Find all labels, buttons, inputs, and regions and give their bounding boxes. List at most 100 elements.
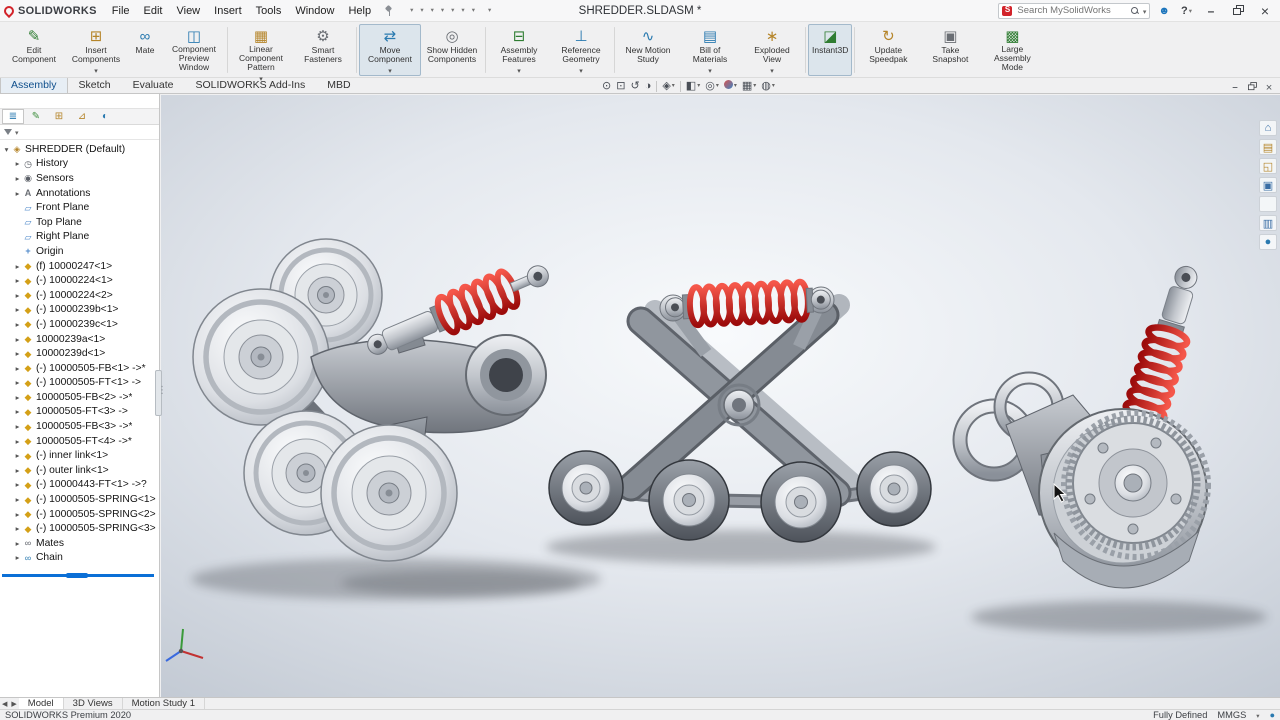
expand-arrow-icon[interactable] [13,510,22,519]
task-pane-button[interactable] [1259,234,1277,250]
expand-arrow-icon[interactable] [13,305,22,314]
expand-arrow-icon[interactable] [13,291,22,300]
expand-arrow-icon[interactable] [13,378,22,387]
tree-item[interactable]: History [0,157,159,172]
command-tab[interactable]: Sketch [68,77,122,93]
search-icon[interactable] [1130,6,1140,16]
task-pane-button[interactable] [1259,120,1277,136]
ribbon-button[interactable]: Instant3D [808,24,852,76]
quick-access-button[interactable] [416,4,426,18]
quick-access-button[interactable] [484,4,494,18]
ribbon-button[interactable]: Exploded View [741,24,803,76]
panel-splitter-grip[interactable] [155,370,162,416]
doc-close-button[interactable] [1263,81,1276,91]
expand-arrow-icon[interactable] [13,189,22,198]
command-tab[interactable]: Evaluate [122,77,185,93]
ribbon-button[interactable] [805,27,806,73]
menu-item[interactable]: File [105,2,137,20]
tree-item[interactable]: (-) 10000239c<1> [0,317,159,332]
task-pane-button[interactable] [1259,158,1277,174]
command-tab[interactable]: Assembly [0,77,68,93]
pin-menu-icon[interactable] [384,5,394,17]
close-button[interactable] [1254,2,1276,20]
ribbon-button[interactable]: Reference Geometry [550,24,612,76]
task-pane-button[interactable] [1259,215,1277,231]
tree-item[interactable]: (-) outer link<1> [0,463,159,478]
view-toolbar-button[interactable] [703,80,721,93]
tree-item[interactable]: Annotations [0,186,159,201]
ribbon-button[interactable] [227,27,228,73]
view-toolbar-button[interactable] [660,80,676,93]
ribbon-button[interactable]: Take Snapshot [919,24,981,76]
expand-arrow-icon[interactable] [13,335,22,344]
graphics-viewport[interactable] [161,95,1280,697]
doc-restore-button[interactable] [1246,81,1259,91]
menu-item[interactable]: View [169,2,207,20]
tree-item[interactable]: 10000505-FT<3> -> [0,405,159,420]
task-pane-button[interactable] [1259,177,1277,193]
view-toolbar-button[interactable] [740,80,758,93]
view-toolbar-button[interactable] [684,80,702,93]
expand-arrow-icon[interactable] [13,320,22,329]
tree-item[interactable]: Mates [0,536,159,551]
tree-item[interactable]: Sensors [0,171,159,186]
quick-access-button[interactable] [427,4,437,18]
tree-item[interactable]: Chain [0,551,159,566]
tree-item[interactable]: 10000239a<1> [0,332,159,347]
expand-arrow-icon[interactable] [13,495,22,504]
view-toolbar-button[interactable] [600,80,613,93]
expand-arrow-icon[interactable] [13,276,22,285]
expand-arrow-icon[interactable] [13,422,22,431]
mysolidworks-search-input[interactable] [1015,4,1126,17]
quick-access-button[interactable] [457,4,467,18]
ribbon-button[interactable]: Show Hidden Components [421,24,483,76]
expand-arrow-icon[interactable] [13,349,22,358]
expand-arrow-icon[interactable] [13,174,22,183]
tree-item[interactable]: Right Plane [0,230,159,245]
ribbon-button[interactable]: Assembly Features [488,24,550,76]
ribbon-button[interactable]: New Motion Study [617,24,679,76]
view-toolbar-button[interactable] [614,80,627,93]
expand-arrow-icon[interactable] [13,159,22,168]
ribbon-button[interactable] [614,27,615,73]
command-tab[interactable]: MBD [316,77,361,93]
tree-item[interactable]: Top Plane [0,215,159,230]
search-options-caret[interactable] [1143,5,1147,17]
tree-item[interactable]: (-) 10000505-FB<1> ->* [0,361,159,376]
units-selector[interactable]: MMGS [1217,710,1246,720]
view-toolbar-button[interactable] [643,80,654,93]
tree-item[interactable]: 10000239d<1> [0,346,159,361]
panel-tab[interactable] [71,109,93,124]
quick-access-button[interactable] [406,4,416,18]
quick-access-button[interactable] [447,4,457,18]
ribbon-button[interactable]: Bill of Materials [679,24,741,76]
tab-scroll-right-icon[interactable]: ▶ [9,700,18,708]
model-tab[interactable]: Model [19,698,64,710]
tree-item[interactable]: (-) 10000505-SPRING<1> -> [0,492,159,507]
panel-tab[interactable] [25,109,47,124]
tree-item[interactable]: 10000505-FB<3> ->* [0,419,159,434]
search-box[interactable] [998,3,1150,19]
tree-item[interactable]: (-) 10000505-SPRING<3> -> [0,521,159,536]
graphics-area[interactable] [161,95,1280,697]
expand-arrow-icon[interactable] [13,480,22,489]
ribbon-button[interactable]: Large Assembly Mode [981,24,1043,76]
sign-in-button[interactable] [1155,2,1173,20]
expand-arrow-icon[interactable] [2,145,11,154]
tree-item[interactable]: SHREDDER (Default) [0,142,159,157]
help-button[interactable] [1178,2,1195,20]
expand-arrow-icon[interactable] [13,539,22,548]
ribbon-button[interactable]: Move Component [359,24,421,76]
model-tab[interactable]: Motion Study 1 [123,698,205,710]
menu-item[interactable]: Window [288,2,341,20]
tab-scroll-left-icon[interactable]: ◀ [0,700,9,708]
tree-item[interactable]: (-) 10000224<2> [0,288,159,303]
filter-icon[interactable] [4,129,12,135]
expand-arrow-icon[interactable] [13,553,22,562]
view-toolbar-button[interactable] [680,81,681,92]
tree-item[interactable]: (-) 10000239b<1> [0,303,159,318]
task-pane-button[interactable] [1259,139,1277,155]
menu-item[interactable]: Tools [249,2,289,20]
ribbon-button[interactable]: Update Speedpak [857,24,919,76]
ribbon-button[interactable] [356,27,357,73]
